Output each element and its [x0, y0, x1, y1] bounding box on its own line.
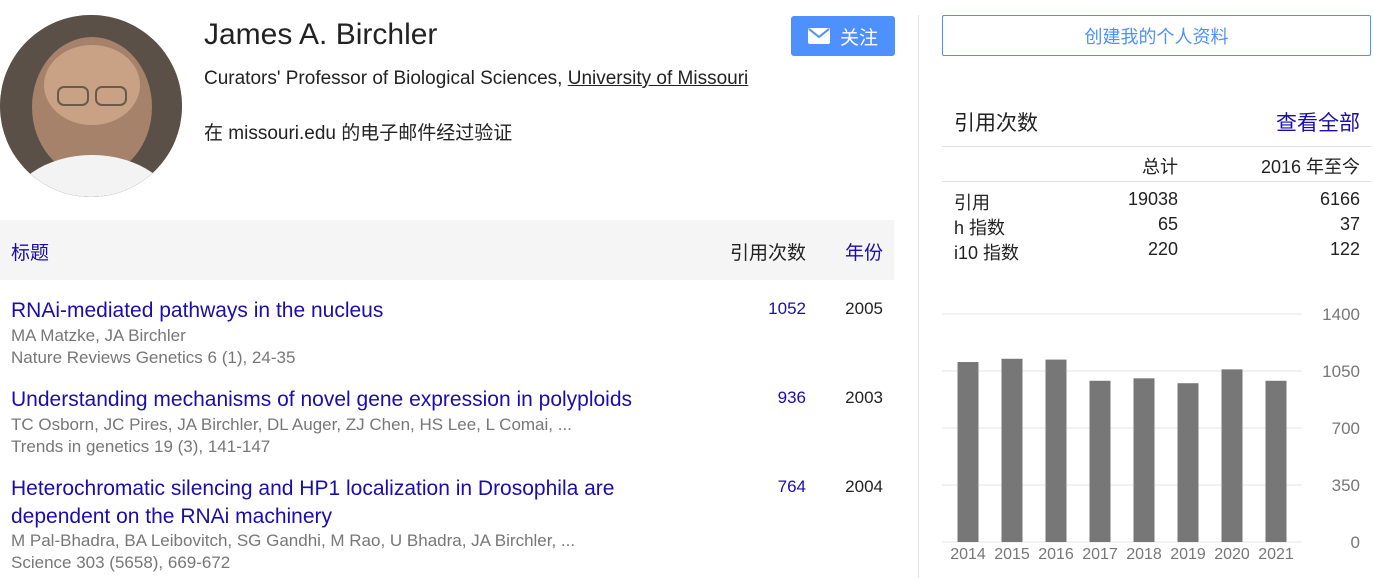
col-header-since: 2016 年至今: [1260, 157, 1360, 177]
bar-2018[interactable]: [1133, 378, 1155, 542]
y-tick-label: 350: [1332, 476, 1360, 495]
y-tick-label: 700: [1332, 419, 1360, 438]
stat-label-citations: 引用: [954, 193, 990, 213]
x-tick-label: 2017: [1082, 546, 1118, 563]
stat-since-citations: 6166: [1319, 189, 1360, 209]
bar-2014[interactable]: [957, 362, 979, 542]
x-tick-label: 2019: [1170, 546, 1206, 563]
article-title-link[interactable]: RNAi-mediated pathways in the nucleus: [11, 297, 711, 325]
article-year: 2004: [845, 477, 883, 496]
view-all-link[interactable]: 查看全部: [1276, 107, 1360, 137]
article-cites-link[interactable]: 764: [778, 477, 806, 497]
profile-avatar: [0, 15, 182, 197]
cites-column-header: 引用次数: [729, 243, 806, 264]
table-header: 标题 引用次数 年份: [0, 220, 894, 280]
stat-label-i10-index: i10 指数: [954, 243, 1020, 263]
create-profile-button[interactable]: 创建我的个人资料: [942, 15, 1371, 56]
affiliation-link[interactable]: University of Missouri: [568, 68, 749, 89]
x-tick-label: 2014: [950, 546, 986, 563]
sort-by-year[interactable]: 年份: [845, 238, 883, 265]
divider: [942, 146, 1371, 147]
stat-all-i10-index: 220: [1147, 239, 1178, 259]
bar-2019[interactable]: [1177, 383, 1199, 542]
x-tick-label: 2016: [1038, 546, 1074, 563]
stat-label-h-index: h 指数: [954, 218, 1006, 238]
stat-all-citations: 19038: [1127, 189, 1178, 209]
bar-2017[interactable]: [1089, 380, 1111, 542]
affiliation-text: Curators' Professor of Biological Scienc…: [204, 68, 568, 89]
article-title-link[interactable]: Heterochromatic silencing and HP1 locali…: [11, 475, 691, 531]
stat-since-h-index: 37: [1339, 214, 1360, 234]
citations-heading: 引用次数: [954, 112, 1038, 135]
y-tick-label: 1050: [1322, 362, 1360, 381]
bar-2020[interactable]: [1221, 369, 1243, 542]
col-header-all: 总计: [1142, 157, 1178, 177]
divider: [942, 181, 1371, 182]
bar-2021[interactable]: [1265, 380, 1287, 542]
article-cites-link[interactable]: 1052: [768, 299, 806, 319]
article-year: 2005: [845, 299, 883, 318]
y-tick-label: 1400: [1322, 305, 1360, 324]
follow-button[interactable]: 关注: [791, 16, 895, 56]
article-authors: M Pal-Bhadra, BA Leibovitch, SG Gandhi, …: [11, 531, 576, 550]
follow-label: 关注: [839, 27, 878, 49]
sort-by-title[interactable]: 标题: [11, 238, 49, 265]
article-cites-link[interactable]: 936: [778, 388, 806, 408]
x-tick-label: 2015: [994, 546, 1030, 563]
bar-2016[interactable]: [1045, 359, 1067, 542]
x-tick-label: 2018: [1126, 546, 1162, 563]
profile-name: James A. Birchler: [204, 18, 438, 51]
article-authors: TC Osborn, JC Pires, JA Birchler, DL Aug…: [11, 415, 572, 434]
article-venue: Science 303 (5658), 669-672: [11, 553, 231, 572]
stat-all-h-index: 65: [1157, 214, 1178, 234]
article-row: RNAi-mediated pathways in the nucleus MA…: [0, 297, 894, 377]
bar-2015[interactable]: [1001, 358, 1023, 542]
profile-affiliation: Curators' Professor of Biological Scienc…: [204, 66, 764, 91]
article-year: 2003: [845, 388, 883, 407]
article-title-link[interactable]: Understanding mechanisms of novel gene e…: [11, 386, 711, 414]
article-authors: MA Matzke, JA Birchler: [11, 326, 186, 345]
article-row: Heterochromatic silencing and HP1 locali…: [0, 475, 894, 578]
mail-icon: [807, 28, 830, 44]
citations-bar-chart: 1400 1050 700 350 0 2014 2015 2016 2017 2018 2019 2…: [942, 305, 1360, 563]
article-row: Understanding mechanisms of novel gene e…: [0, 386, 894, 466]
stat-since-i10-index: 122: [1329, 239, 1360, 259]
article-venue: Nature Reviews Genetics 6 (1), 24-35: [11, 348, 296, 367]
y-tick-label: 0: [1351, 533, 1360, 552]
column-divider: [918, 15, 919, 578]
email-verified-text: 在 missouri.edu 的电子邮件经过验证: [204, 123, 513, 144]
x-tick-label: 2020: [1214, 546, 1250, 563]
article-venue: Trends in genetics 19 (3), 141-147: [11, 437, 271, 456]
x-tick-label: 2021: [1258, 546, 1294, 563]
